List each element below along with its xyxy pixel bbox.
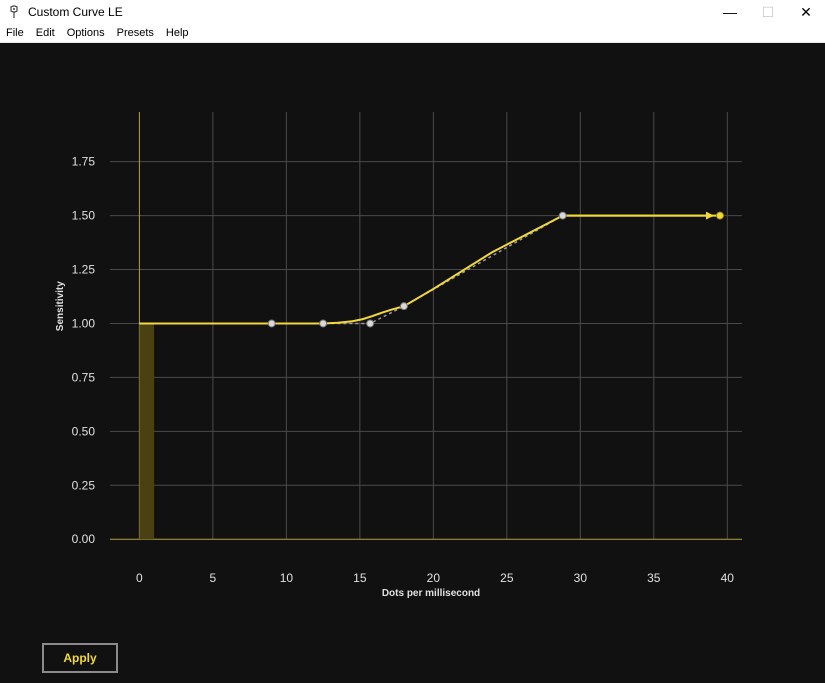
menu-bar: File Edit Options Presets Help xyxy=(0,24,825,43)
x-tick-label: 30 xyxy=(574,571,588,585)
control-point[interactable] xyxy=(366,319,375,328)
maximize-icon: ☐ xyxy=(761,3,775,20)
x-tick-label: 5 xyxy=(210,571,217,585)
menu-presets[interactable]: Presets xyxy=(111,27,160,39)
minimize-button[interactable]: — xyxy=(711,0,749,24)
apply-button[interactable]: Apply xyxy=(42,643,118,673)
x-tick-label: 15 xyxy=(353,571,367,585)
x-tick-label: 0 xyxy=(136,571,143,585)
y-tick-label: 0.75 xyxy=(72,370,96,384)
maximize-button[interactable]: ☐ xyxy=(749,0,787,24)
x-tick-label: 10 xyxy=(280,571,294,585)
minimize-icon: — xyxy=(723,4,737,20)
x-tick-label: 25 xyxy=(500,571,514,585)
close-icon: ✕ xyxy=(800,3,812,20)
x-tick-label: 40 xyxy=(721,571,735,585)
x-axis-label: Dots per millisecond xyxy=(382,588,480,599)
window-title: Custom Curve LE xyxy=(28,5,123,19)
menu-help[interactable]: Help xyxy=(160,27,195,39)
y-tick-label: 1.00 xyxy=(72,316,96,330)
title-bar: Custom Curve LE — ☐ ✕ xyxy=(0,0,825,24)
y-tick-label: 1.50 xyxy=(72,209,96,223)
y-tick-label: 0.50 xyxy=(72,424,96,438)
menu-edit[interactable]: Edit xyxy=(30,27,61,39)
y-tick-label: 1.75 xyxy=(72,155,96,169)
menu-options[interactable]: Options xyxy=(61,27,111,39)
x-tick-label: 35 xyxy=(647,571,661,585)
curve-endpoint[interactable] xyxy=(715,211,724,220)
y-tick-label: 1.25 xyxy=(72,263,96,277)
y-axis-label: Sensitivity xyxy=(55,281,66,331)
y-tick-label: 0.25 xyxy=(72,478,96,492)
control-point[interactable] xyxy=(267,319,276,328)
close-button[interactable]: ✕ xyxy=(787,0,825,24)
sensitivity-chart[interactable]: 0 5 10 15 20 25 30 35 40 0.00 0.25 0.50 0.75 1.00 1.25… xyxy=(0,42,825,642)
x-tick-label: 20 xyxy=(427,571,441,585)
control-point[interactable] xyxy=(319,319,328,328)
menu-file[interactable]: File xyxy=(0,27,30,39)
y-tick-label: 0.00 xyxy=(72,532,96,546)
velocity-indicator-bar xyxy=(139,323,155,540)
control-point[interactable] xyxy=(399,302,408,311)
app-icon xyxy=(6,4,22,20)
control-point[interactable] xyxy=(558,211,567,220)
